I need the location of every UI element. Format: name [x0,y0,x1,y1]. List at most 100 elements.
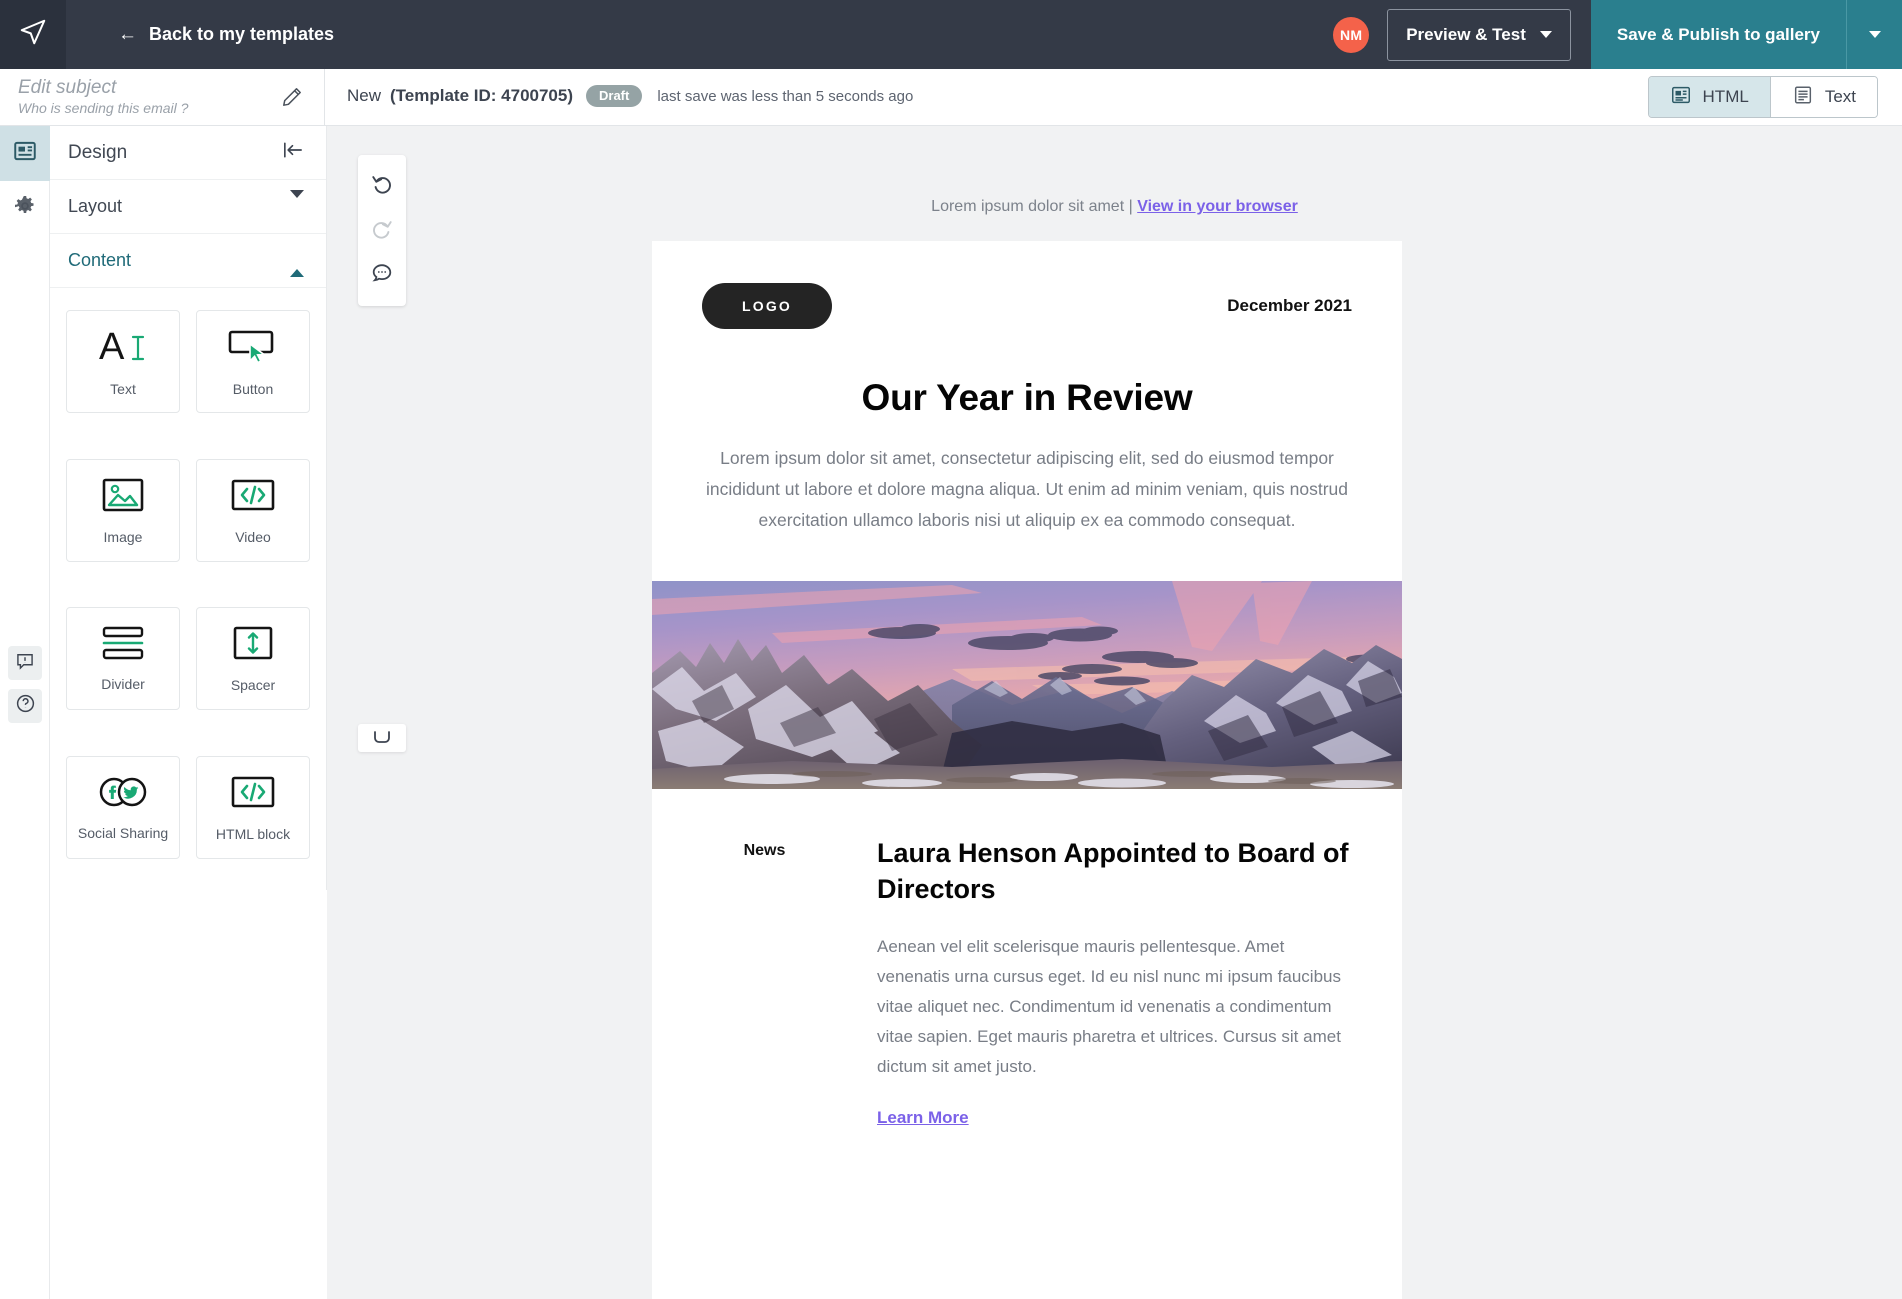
accordion-content[interactable]: Content [50,234,326,288]
save-and-publish-label: Save & Publish to gallery [1616,24,1820,44]
block-card-image[interactable]: Image [66,458,180,562]
video-block-icon [229,476,277,519]
rail-bottom-actions [0,637,50,732]
email-canvas: Lorem ipsum dolor sit amet | View in you… [327,126,1902,1299]
html-view-icon [1670,84,1692,111]
accordion-layout[interactable]: Layout [50,180,326,234]
block-label-video: Video [235,528,271,545]
email-date[interactable]: December 2021 [1227,296,1352,316]
spacer-block-icon [231,624,275,667]
preview-and-test-label: Preview & Test [1406,24,1526,44]
block-label-html: HTML block [215,825,291,842]
block-card-button[interactable]: Button [196,310,310,413]
publish-button-group: Save & Publish to gallery [1590,0,1902,69]
question-mark-icon [15,693,36,719]
button-block-icon [226,326,280,371]
collapse-left-icon[interactable] [281,140,304,166]
help-button[interactable] [8,689,42,723]
top-nav-actions: NM Preview & Test Save & Publish to gall… [1333,0,1902,69]
article-category-tag[interactable]: News [652,842,877,860]
left-icon-rail [0,126,50,1299]
email-article: News Laura Henson Appointed to Board of … [652,789,1402,1128]
email-lead-paragraph[interactable]: Lorem ipsum dolor sit amet, consectetur … [704,443,1350,536]
svg-text:A: A [99,326,125,366]
pencil-icon[interactable] [280,85,304,109]
app-logo[interactable] [0,0,66,69]
gear-icon [13,194,37,223]
design-panel-icon [12,138,38,169]
preheader-text: Lorem ipsum dolor sit amet | [931,198,1133,215]
redo-icon [370,216,394,245]
subject-texts: Edit subject Who is sending this email ? [18,76,280,118]
template-subheader: Edit subject Who is sending this email ?… [0,68,1902,126]
email-article-main: Laura Henson Appointed to Board of Direc… [877,835,1352,1128]
block-card-video[interactable]: Video [196,458,310,562]
text-view-label: Text [1824,87,1856,106]
history-toolbar-overflow[interactable] [358,724,406,752]
back-to-templates-label: Back to my templates [149,24,335,44]
block-card-social-sharing[interactable]: Social Sharing [66,755,180,859]
page-title: Design [68,141,128,163]
social-sharing-block-icon [95,774,151,815]
block-card-text[interactable]: A Text [66,310,180,413]
email-logo[interactable]: LOGO [702,283,832,329]
accordion-content-label: Content [68,250,132,270]
feedback-icon [15,651,35,676]
block-label-spacer: Spacer [230,677,276,693]
email-preheader: Lorem ipsum dolor sit amet | View in you… [327,198,1902,216]
arrow-left-icon: ← [118,23,137,45]
publish-options-dropdown[interactable] [1846,0,1902,69]
comment-button[interactable] [358,253,406,298]
template-id: (Template ID: 4700705) [390,86,573,105]
tab-text[interactable]: Text [1770,77,1877,117]
last-save-note: last save was less than 5 seconds ago [657,88,914,105]
edit-subject-field[interactable]: Edit subject Who is sending this email ? [0,68,325,126]
accordion-layout-label: Layout [68,196,123,216]
preview-and-test-button[interactable]: Preview & Test [1387,8,1571,61]
view-mode-toggle: HTML Text [1647,76,1878,118]
save-and-publish-button[interactable]: Save & Publish to gallery [1590,0,1846,69]
email-hero-image[interactable] [652,581,1402,789]
paper-plane-icon [18,17,48,52]
email-body: LOGO December 2021 Our Year in Review Lo… [652,241,1402,1299]
chevron-down-icon [1539,31,1552,38]
sender-question-label: Who is sending this email ? [18,100,189,116]
template-info: New (Template ID: 4700705) Draft last sa… [347,85,914,108]
design-panel-header: Design [50,126,326,180]
block-label-text: Text [110,381,136,397]
email-article-sidebar: News [652,835,877,1128]
chevron-down-icon [1868,31,1881,38]
html-view-label: HTML [1702,87,1749,106]
email-header-row: LOGO December 2021 [652,241,1402,329]
design-panel: Design Layout Content A Text Button Imag… [50,126,327,890]
block-label-image: Image [103,528,143,545]
email-headline[interactable]: Our Year in Review [652,377,1402,419]
article-title[interactable]: Laura Henson Appointed to Board of Direc… [877,835,1352,907]
sidebar-item-settings[interactable] [0,181,50,236]
chevron-down-icon [290,189,304,216]
text-view-icon [1792,84,1814,111]
learn-more-link[interactable]: Learn More [877,1108,969,1128]
avatar[interactable]: NM [1333,16,1370,53]
block-card-divider[interactable]: Divider [66,607,180,710]
tab-html[interactable]: HTML [1648,77,1771,117]
back-to-templates-link[interactable]: ← Back to my templates [118,24,334,46]
image-block-icon [100,476,146,519]
template-name: New [347,86,382,105]
feedback-button[interactable] [8,646,42,680]
history-toolbar [358,155,406,306]
text-block-icon: A [97,326,149,371]
chevron-up-icon [290,251,304,277]
article-body[interactable]: Aenean vel elit scelerisque mauris pelle… [877,932,1352,1082]
status-badge: Draft [586,85,643,107]
top-navigation-bar: ← Back to my templates NM Preview & Test… [0,0,1902,69]
block-card-html[interactable]: HTML block [196,755,310,859]
divider-block-icon [99,625,147,666]
block-label-divider: Divider [101,676,145,692]
content-blocks-grid: A Text Button Image Video Divider Spacer… [50,288,326,888]
sidebar-item-design[interactable] [0,126,50,181]
view-in-browser-link[interactable]: View in your browser [1137,198,1298,215]
block-card-spacer[interactable]: Spacer [196,607,310,710]
block-label-button: Button [232,381,274,397]
block-label-social-sharing: Social Sharing [77,824,169,841]
